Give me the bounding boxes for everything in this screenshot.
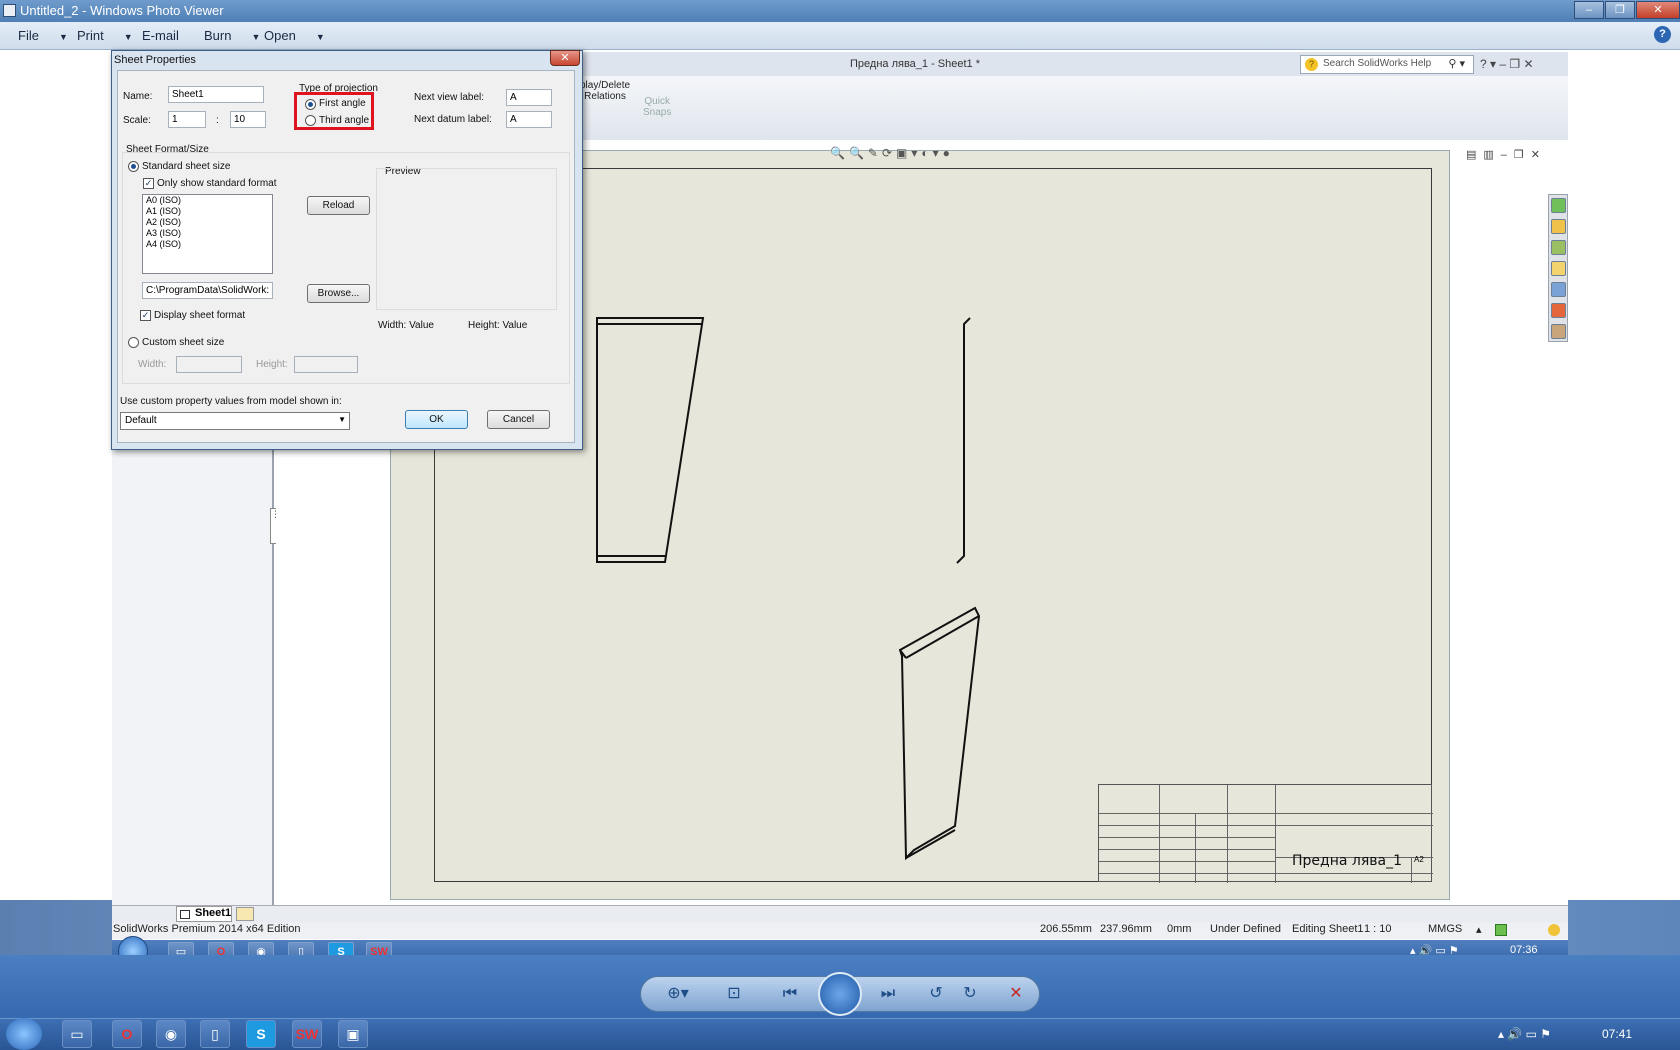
scale-separator: : xyxy=(216,115,219,126)
chrome-icon[interactable]: ◉ xyxy=(156,1020,186,1048)
next-datum-label: Next datum label: xyxy=(414,114,492,125)
rotate-right-icon[interactable]: ↻ xyxy=(956,984,984,1004)
custom-width-input[interactable] xyxy=(176,356,242,373)
opera-icon[interactable]: O xyxy=(112,1020,142,1048)
status-y: 237.96mm xyxy=(1100,923,1152,935)
photo-viewer-taskbar-icon[interactable]: ▣ xyxy=(338,1020,368,1048)
only-standard-label[interactable]: Only show standard format xyxy=(157,178,277,189)
sheet-icon xyxy=(180,910,190,919)
format-path-input[interactable]: C:\ProgramData\SolidWork: xyxy=(142,282,273,299)
zoom-icon[interactable]: ⊕▾ xyxy=(664,984,692,1004)
standard-size-label[interactable]: Standard sheet size xyxy=(142,161,230,172)
sheet-format-list[interactable]: A0 (ISO) A1 (ISO) A2 (ISO) A3 (ISO) A4 (… xyxy=(142,194,273,274)
add-sheet-icon[interactable] xyxy=(236,907,254,921)
ok-button[interactable]: OK xyxy=(405,410,468,429)
chevron-down-icon: ▼ xyxy=(338,415,346,424)
chevron-up-icon[interactable]: ▴ xyxy=(1476,923,1482,936)
slideshow-button[interactable] xyxy=(818,972,862,1016)
name-label: Name: xyxy=(123,91,153,102)
explorer-icon[interactable]: ▭ xyxy=(62,1020,92,1048)
dialog-title: Sheet Properties xyxy=(114,54,196,66)
next-datum-input[interactable]: A xyxy=(506,111,552,128)
status-edition: SolidWorks Premium 2014 x64 Edition xyxy=(113,923,301,935)
status-definition: Under Defined xyxy=(1210,923,1281,935)
title-block-sheet-size: A2 xyxy=(1414,855,1424,864)
custom-size-label[interactable]: Custom sheet size xyxy=(142,337,224,348)
dialog-close-icon[interactable]: ✕ xyxy=(550,50,580,66)
standard-size-radio[interactable] xyxy=(128,161,139,172)
browse-button[interactable]: Browse... xyxy=(307,284,370,303)
name-input[interactable]: Sheet1 xyxy=(168,86,264,103)
scale-numerator-input[interactable]: 1 xyxy=(168,111,206,128)
title-block-drawing-name: Предна лява_1 xyxy=(1292,853,1402,869)
solidworks-taskbar-icon[interactable]: SW xyxy=(292,1020,322,1048)
status-scale[interactable]: 1 : 10 xyxy=(1364,923,1392,935)
notification-icon[interactable] xyxy=(1548,924,1560,936)
rebuild-status-icon[interactable] xyxy=(1495,924,1507,936)
display-format-checkbox[interactable]: ✓ xyxy=(140,310,151,321)
third-angle-radio[interactable] xyxy=(305,115,316,126)
document-icon[interactable]: ▯ xyxy=(200,1020,230,1048)
view-front xyxy=(596,317,705,563)
start-button-icon[interactable] xyxy=(6,1018,42,1050)
custom-height-input[interactable] xyxy=(294,356,358,373)
scale-denominator-input[interactable]: 10 xyxy=(230,111,266,128)
cancel-button[interactable]: Cancel xyxy=(487,410,550,429)
scale-label: Scale: xyxy=(123,115,151,126)
list-item[interactable]: A4 (ISO) xyxy=(143,239,272,250)
tab-sheet1[interactable]: Sheet1 xyxy=(176,906,232,922)
list-item[interactable]: A2 (ISO) xyxy=(143,217,272,228)
preview-width: Width: Value xyxy=(378,320,434,331)
only-standard-checkbox[interactable]: ✓ xyxy=(143,178,154,189)
tab-sheet1-label: Sheet1 xyxy=(195,907,232,919)
view-side xyxy=(956,317,971,564)
clock: 07:41 xyxy=(1602,1027,1633,1041)
next-view-label: Next view label: xyxy=(414,92,485,103)
previous-icon[interactable]: ⏮ xyxy=(776,984,804,1004)
list-item[interactable]: A1 (ISO) xyxy=(143,206,272,217)
reload-button[interactable]: Reload xyxy=(307,196,370,215)
status-x: 206.55mm xyxy=(1040,923,1092,935)
display-format-label[interactable]: Display sheet format xyxy=(154,310,245,321)
next-icon[interactable]: ⏭ xyxy=(874,984,902,1004)
first-angle-label[interactable]: First angle xyxy=(319,98,366,109)
skype-icon[interactable]: S xyxy=(246,1020,276,1048)
first-angle-radio[interactable] xyxy=(305,99,316,110)
delete-icon[interactable]: ✕ xyxy=(1002,984,1030,1004)
tray-icons[interactable]: ▴ 🔊 ▭ ⚑ xyxy=(1498,1027,1551,1041)
list-item[interactable]: A0 (ISO) xyxy=(143,195,272,206)
status-units[interactable]: MMGS xyxy=(1428,923,1462,935)
preview-height: Height: Value xyxy=(468,320,528,331)
status-z: 0mm xyxy=(1167,923,1192,935)
custom-height-label: Height: xyxy=(256,359,288,370)
custom-size-radio[interactable] xyxy=(128,337,139,348)
custom-property-label: Use custom property values from model sh… xyxy=(120,396,342,407)
rotate-left-icon[interactable]: ↺ xyxy=(922,984,950,1004)
list-item[interactable]: A3 (ISO) xyxy=(143,228,272,239)
sheet-tab-bar xyxy=(112,905,1568,923)
third-angle-label[interactable]: Third angle xyxy=(319,115,369,126)
model-combo-select[interactable]: Default ▼ xyxy=(120,412,350,430)
actual-size-icon[interactable]: ⊡ xyxy=(720,984,748,1004)
view-isometric xyxy=(898,606,981,861)
next-view-input[interactable]: A xyxy=(506,89,552,106)
model-combo-value: Default xyxy=(125,415,157,426)
custom-width-label: Width: xyxy=(138,359,167,370)
preview-area xyxy=(376,168,557,310)
status-editing: Editing Sheet1 xyxy=(1292,923,1364,935)
